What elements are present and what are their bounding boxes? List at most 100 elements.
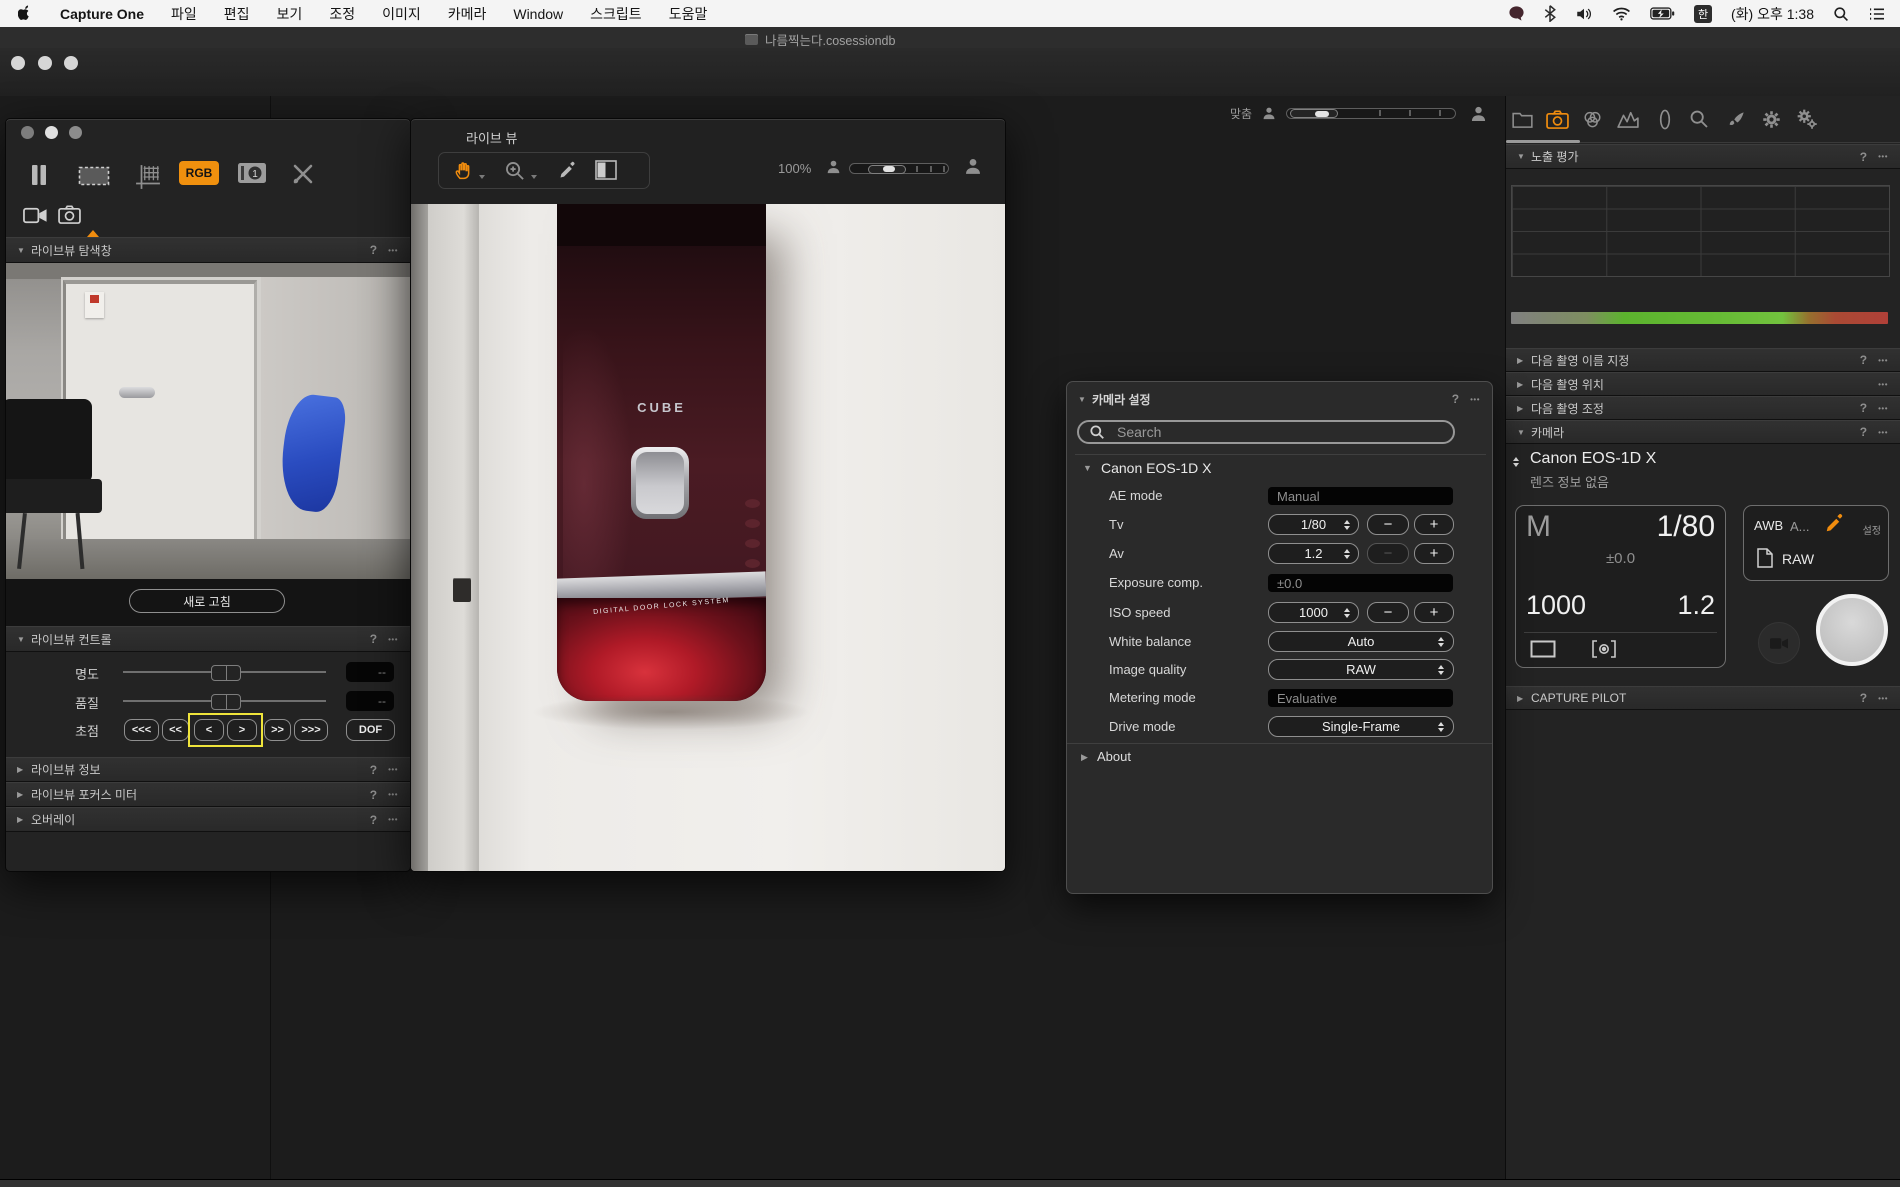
chat-bubble-icon[interactable] — [1508, 5, 1525, 22]
menu-clock[interactable]: (화) 오후 1:38 — [1731, 4, 1814, 24]
iso-stepper[interactable]: 1000 — [1268, 602, 1359, 623]
focus-far-3-button[interactable]: <<< — [124, 719, 159, 741]
section-liveview-navigator[interactable]: ▼ 라이브뷰 탐색창 ?••• — [6, 237, 410, 263]
close-window-button[interactable] — [21, 126, 34, 139]
more-actions-icon[interactable]: ••• — [388, 246, 398, 255]
expand-triangle-icon[interactable]: ▶ — [17, 790, 31, 799]
window-title-bar[interactable]: 나름찍는다.cosessiondb — [0, 27, 1900, 49]
image-quality-select[interactable]: RAW — [1268, 659, 1454, 680]
brightness-slider-handle[interactable] — [211, 665, 241, 681]
refresh-button[interactable]: 새로 고침 — [129, 589, 285, 613]
more-actions-icon[interactable]: ••• — [388, 815, 398, 824]
expand-triangle-icon[interactable]: ▶ — [1517, 694, 1531, 703]
menu-window[interactable]: Window — [513, 6, 563, 22]
lv-pan-caret-icon[interactable] — [479, 175, 485, 179]
collapse-triangle-icon[interactable]: ▼ — [1078, 395, 1092, 404]
menu-help[interactable]: 도움말 — [669, 4, 708, 24]
help-icon[interactable]: ? — [370, 243, 377, 257]
zoom-window-button[interactable] — [64, 56, 78, 70]
stepper-arrows-icon[interactable] — [1344, 520, 1350, 530]
liveview-photo[interactable]: CUBE DIGITAL DOOR LOCK SYSTEM — [411, 204, 1005, 871]
bluetooth-icon[interactable] — [1544, 5, 1556, 22]
lv-zoom-slider-handle[interactable] — [868, 165, 906, 174]
collapse-triangle-icon[interactable]: ▼ — [1517, 428, 1531, 437]
menu-file[interactable]: 파일 — [171, 4, 197, 24]
connected-camera-name[interactable]: Canon EOS-1D X — [1530, 450, 1656, 468]
lv-split-view-tool[interactable] — [595, 160, 617, 180]
wb-picker-icon[interactable] — [1824, 512, 1846, 534]
lv-pan-hand-tool[interactable] — [453, 160, 474, 181]
collapse-triangle-icon[interactable]: ▼ — [17, 246, 31, 255]
brightness-value-box[interactable]: -- — [346, 662, 394, 682]
tab-color-icon[interactable] — [1580, 107, 1604, 131]
grid-button[interactable] — [135, 164, 161, 190]
navigator-thumbnail[interactable] — [6, 263, 410, 579]
section-exposure-evaluation[interactable]: ▼ 노출 평가 ?••• — [1506, 144, 1900, 169]
zoom-window-button[interactable] — [69, 126, 82, 139]
tv-plus-button[interactable]: + — [1414, 514, 1454, 535]
quality-value-box[interactable]: -- — [346, 691, 394, 711]
more-actions-icon[interactable]: ••• — [1878, 404, 1888, 413]
tab-process-gears-icon[interactable] — [1795, 107, 1819, 131]
viewer-zoom-slider[interactable] — [1286, 108, 1456, 119]
expand-triangle-icon[interactable]: ▶ — [1517, 380, 1531, 389]
expand-triangle-icon[interactable]: ▶ — [1081, 752, 1088, 763]
tv-stepper[interactable]: 1/80 — [1268, 514, 1359, 535]
av-stepper[interactable]: 1.2 — [1268, 543, 1359, 564]
lv-zoom-slider[interactable] — [849, 163, 949, 174]
help-icon[interactable]: ? — [370, 763, 377, 777]
stepper-arrows-icon[interactable] — [1344, 549, 1350, 559]
iso-minus-button[interactable]: − — [1367, 602, 1409, 623]
more-actions-icon[interactable]: ••• — [388, 765, 398, 774]
more-actions-icon[interactable]: ••• — [1878, 380, 1888, 389]
quality-slider-handle[interactable] — [211, 694, 241, 710]
tv-minus-button[interactable]: − — [1367, 514, 1409, 535]
search-input[interactable] — [1077, 420, 1455, 444]
minimize-window-button[interactable] — [38, 56, 52, 70]
file-format-value[interactable]: RAW — [1782, 551, 1814, 567]
help-icon[interactable]: ? — [370, 632, 377, 646]
more-actions-icon[interactable]: ••• — [1470, 395, 1480, 404]
help-icon[interactable]: ? — [370, 788, 377, 802]
section-overlay[interactable]: ▶ 오버레이 ?••• — [6, 807, 410, 832]
section-liveview-controls[interactable]: ▼ 라이브뷰 컨트롤 ?••• — [6, 626, 410, 652]
more-actions-icon[interactable]: ••• — [1878, 356, 1888, 365]
drive-mode-select[interactable]: Single-Frame — [1268, 716, 1454, 737]
expand-triangle-icon[interactable]: ▶ — [1517, 356, 1531, 365]
focus-near-3-button[interactable]: >>> — [294, 719, 328, 741]
tab-lens-icon[interactable] — [1653, 107, 1677, 131]
proof-pages-button[interactable]: 1 — [237, 162, 267, 184]
viewer-zoom-slider-handle[interactable] — [1290, 109, 1338, 118]
awb-label[interactable]: AWB — [1754, 518, 1783, 533]
dof-preview-button[interactable]: DOF — [346, 719, 395, 741]
section-next-capture-adjustments[interactable]: ▶ 다음 촬영 조정 ?••• — [1506, 396, 1900, 420]
tab-library-folder-icon[interactable] — [1510, 107, 1534, 131]
wb-settings-label[interactable]: 설정 — [1863, 522, 1881, 537]
lv-picker-tool[interactable] — [558, 160, 578, 180]
iso-plus-button[interactable]: + — [1414, 602, 1454, 623]
device-name[interactable]: Canon EOS-1D X — [1101, 460, 1212, 476]
menu-view[interactable]: 보기 — [277, 4, 303, 24]
more-actions-icon[interactable]: ••• — [1878, 428, 1888, 437]
metering-mode-icon[interactable] — [1592, 640, 1616, 658]
menu-camera[interactable]: 카메라 — [448, 4, 487, 24]
pause-liveview-button[interactable] — [30, 164, 48, 186]
tab-exposure-curve-icon[interactable] — [1616, 107, 1640, 131]
tab-metadata-gear-icon[interactable] — [1759, 107, 1783, 131]
white-balance-select[interactable]: Auto — [1268, 631, 1454, 652]
capture-shutter-button[interactable] — [1816, 594, 1888, 666]
app-menu-title[interactable]: Capture One — [60, 6, 144, 22]
lv-zoom-caret-icon[interactable] — [531, 175, 537, 179]
collapse-triangle-icon[interactable]: ▼ — [1083, 463, 1092, 473]
awb-value[interactable]: A... — [1790, 519, 1810, 534]
tab-capture-camera-icon[interactable] — [1545, 107, 1569, 131]
focus-far-2-button[interactable]: << — [162, 719, 189, 741]
select-arrows-icon[interactable] — [1438, 722, 1444, 732]
section-liveview-info[interactable]: ▶ 라이브뷰 정보 ?••• — [6, 757, 410, 782]
minimize-window-button[interactable] — [45, 126, 58, 139]
camera-tools-button[interactable] — [290, 162, 316, 186]
section-liveview-focus-meter[interactable]: ▶ 라이브뷰 포커스 미터 ?••• — [6, 782, 410, 807]
section-camera[interactable]: ▼ 카메라 ?••• — [1506, 420, 1900, 444]
expand-triangle-icon[interactable]: ▶ — [17, 765, 31, 774]
help-icon[interactable]: ? — [370, 813, 377, 827]
